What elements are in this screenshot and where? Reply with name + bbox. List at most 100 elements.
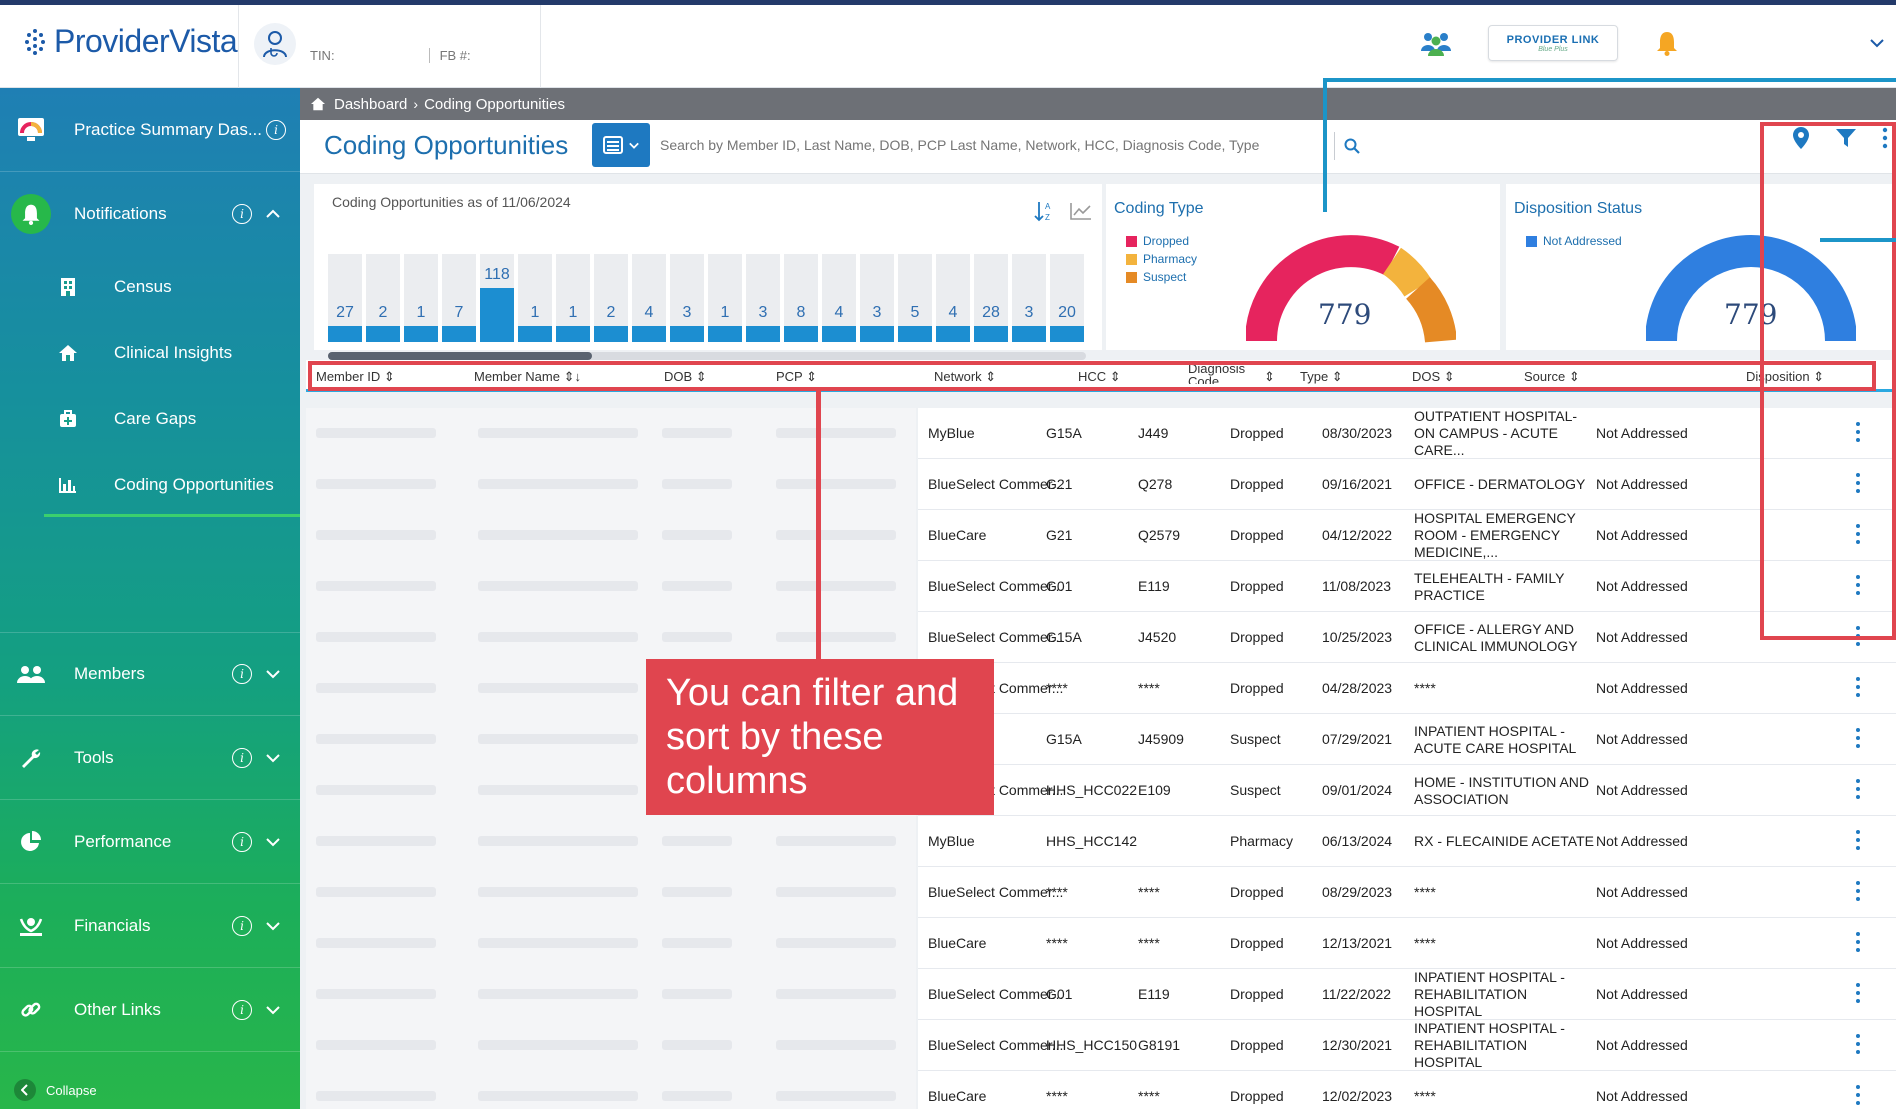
- table-row[interactable]: BlueSelect Commer... **** **** Dropped 04/28…: [918, 663, 1896, 714]
- row-actions-icon[interactable]: [1856, 881, 1862, 901]
- disposition-cell: Not Addressed: [1596, 782, 1688, 798]
- row-actions-icon[interactable]: [1856, 728, 1862, 748]
- sidebar-subitem-coding-opportunities[interactable]: Coding Opportunities: [0, 452, 300, 518]
- app-logo[interactable]: ProviderVista: [22, 23, 238, 60]
- redacted-cell: [316, 479, 436, 489]
- chevron-down-icon[interactable]: [1870, 38, 1884, 48]
- trend-scrollbar[interactable]: [328, 352, 1086, 360]
- trend-bar[interactable]: 2: [366, 254, 400, 342]
- table-row[interactable]: BlueSelect Commer... G01 E119 Dropped 11/22/…: [918, 969, 1896, 1020]
- sidebar-item-performance[interactable]: Performance i: [0, 800, 300, 884]
- view-toggle-button[interactable]: [592, 123, 650, 167]
- search-button[interactable]: [1334, 132, 1368, 160]
- row-actions-icon[interactable]: [1856, 983, 1862, 1003]
- chevron-up-icon[interactable]: [266, 209, 280, 219]
- info-icon[interactable]: i: [232, 204, 252, 224]
- team-icon[interactable]: [1420, 29, 1452, 57]
- table-row[interactable]: G15A J45909 Suspect 07/29/2021 INPATIENT HOS…: [918, 714, 1896, 765]
- table-row[interactable]: BlueSelect Commer... **** **** Dropped 08/29…: [918, 867, 1896, 918]
- trend-bar[interactable]: 8: [784, 254, 818, 342]
- trend-bar[interactable]: 3: [670, 254, 704, 342]
- table-row[interactable]: BlueSelect Commer... G01 E119 Dropped 11/08/…: [918, 561, 1896, 612]
- sidebar-item-tools[interactable]: Tools i: [0, 716, 300, 800]
- home-icon[interactable]: [310, 97, 326, 111]
- source-cell: HOME - INSTITUTION AND ASSOCIATION: [1414, 773, 1589, 807]
- sidebar-item-members[interactable]: Members i: [0, 632, 300, 716]
- sidebar-item-financials[interactable]: Financials i: [0, 884, 300, 968]
- medkit-icon: [56, 410, 80, 428]
- table-row[interactable]: BlueSelect Commer... HHS_HCC022 E109 Suspec…: [918, 765, 1896, 816]
- dos-cell: 08/30/2023: [1322, 425, 1393, 441]
- legend-item-pharmacy[interactable]: Pharmacy: [1126, 250, 1197, 268]
- row-actions-icon[interactable]: [1856, 677, 1862, 697]
- table-row[interactable]: BlueSelect Commer... HHS_HCC150 G8191 Dropp…: [918, 1020, 1896, 1071]
- scrollbar-thumb[interactable]: [328, 352, 592, 360]
- trend-bar[interactable]: 7: [442, 254, 476, 342]
- tin-label: TIN:: [310, 47, 335, 63]
- legend-item-suspect[interactable]: Suspect: [1126, 268, 1197, 286]
- row-actions-icon[interactable]: [1856, 1085, 1862, 1105]
- bell-icon[interactable]: [1656, 30, 1678, 56]
- sidebar-subitem-census[interactable]: Census: [0, 254, 300, 320]
- trend-bar-fill: [366, 326, 400, 342]
- info-icon[interactable]: i: [232, 747, 252, 768]
- breadcrumb-dashboard-link[interactable]: Dashboard: [334, 96, 407, 113]
- trend-bar[interactable]: 3: [1012, 254, 1046, 342]
- info-icon[interactable]: i: [232, 999, 252, 1020]
- info-icon[interactable]: i: [232, 915, 252, 936]
- trend-bar[interactable]: 27: [328, 254, 362, 342]
- table-row[interactable]: BlueCare G21 Q2579 Dropped 04/12/2022 HOSPITA…: [918, 510, 1896, 561]
- trend-bar[interactable]: 3: [746, 254, 780, 342]
- sidebar-item-notifications[interactable]: Notifications i: [0, 172, 300, 256]
- trend-bar-fill: [822, 326, 856, 342]
- chevron-down-icon[interactable]: [266, 921, 280, 931]
- legend-item-dropped[interactable]: Dropped: [1126, 232, 1197, 250]
- table-row[interactable]: BlueCare **** **** Dropped 12/02/2023 **** Not…: [918, 1071, 1896, 1109]
- sort-icon[interactable]: AZ: [1034, 200, 1054, 222]
- legend-swatch: [1126, 253, 1137, 265]
- collapse-button[interactable]: Collapse: [14, 1079, 97, 1101]
- trend-chart-icon[interactable]: [1070, 202, 1092, 220]
- chevron-down-icon[interactable]: [266, 1005, 280, 1015]
- table-row[interactable]: BlueSelect Commer... G21 Q278 Dropped 09/16/…: [918, 459, 1896, 510]
- trend-bar[interactable]: 118: [480, 254, 514, 342]
- trend-bar[interactable]: 1: [404, 254, 438, 342]
- trend-bar[interactable]: 1: [556, 254, 590, 342]
- trend-bar[interactable]: 5: [898, 254, 932, 342]
- trend-bar-fill: [442, 326, 476, 342]
- trend-bar[interactable]: 20: [1050, 254, 1084, 342]
- trend-bar[interactable]: 4: [822, 254, 856, 342]
- row-actions-icon[interactable]: [1856, 932, 1862, 952]
- sidebar-item-other-links[interactable]: Other Links i: [0, 968, 300, 1052]
- provider-link-button[interactable]: PROVIDER LINK Blue Plus: [1488, 25, 1618, 61]
- row-actions-icon[interactable]: [1856, 1034, 1862, 1054]
- table-row[interactable]: BlueSelect Commer... G15A J4520 Dropped 10/2…: [918, 612, 1896, 663]
- trend-bar[interactable]: 1: [518, 254, 552, 342]
- chevron-down-icon[interactable]: [266, 669, 280, 679]
- trend-bar[interactable]: 3: [860, 254, 894, 342]
- search-input[interactable]: [660, 137, 1340, 153]
- trend-bar-value: 2: [606, 304, 616, 321]
- annotation-callout: You can filter and sort by these columns: [646, 659, 994, 815]
- provider-avatar[interactable]: [254, 23, 296, 65]
- trend-bar[interactable]: 4: [936, 254, 970, 342]
- chevron-down-icon[interactable]: [266, 753, 280, 763]
- trend-bar[interactable]: 1: [708, 254, 742, 342]
- sidebar-subitem-care-gaps[interactable]: Care Gaps: [0, 386, 300, 452]
- table-row[interactable]: MyBlue HHS_HCC142 Pharmacy 06/13/2024 RX - F…: [918, 816, 1896, 867]
- row-actions-icon[interactable]: [1856, 779, 1862, 799]
- info-icon[interactable]: i: [232, 831, 252, 852]
- legend-item-not-addressed[interactable]: Not Addressed: [1526, 232, 1622, 250]
- info-icon[interactable]: i: [232, 664, 252, 684]
- sidebar-subitem-clinical-insights[interactable]: Clinical Insights: [0, 320, 300, 386]
- table-row[interactable]: MyBlue G15A J449 Dropped 08/30/2023 OUTPATIEN…: [918, 408, 1896, 459]
- chevron-down-icon[interactable]: [266, 837, 280, 847]
- trend-bar[interactable]: 2: [594, 254, 628, 342]
- table-row[interactable]: BlueCare **** **** Dropped 12/13/2021 **** Not…: [918, 918, 1896, 969]
- row-actions-icon[interactable]: [1856, 830, 1862, 850]
- redacted-cell: [316, 530, 436, 540]
- trend-bar[interactable]: 28: [974, 254, 1008, 342]
- info-icon[interactable]: i: [266, 119, 286, 140]
- sidebar-item-practice-summary[interactable]: Practice Summary Das... i: [0, 88, 300, 172]
- trend-bar[interactable]: 4: [632, 254, 666, 342]
